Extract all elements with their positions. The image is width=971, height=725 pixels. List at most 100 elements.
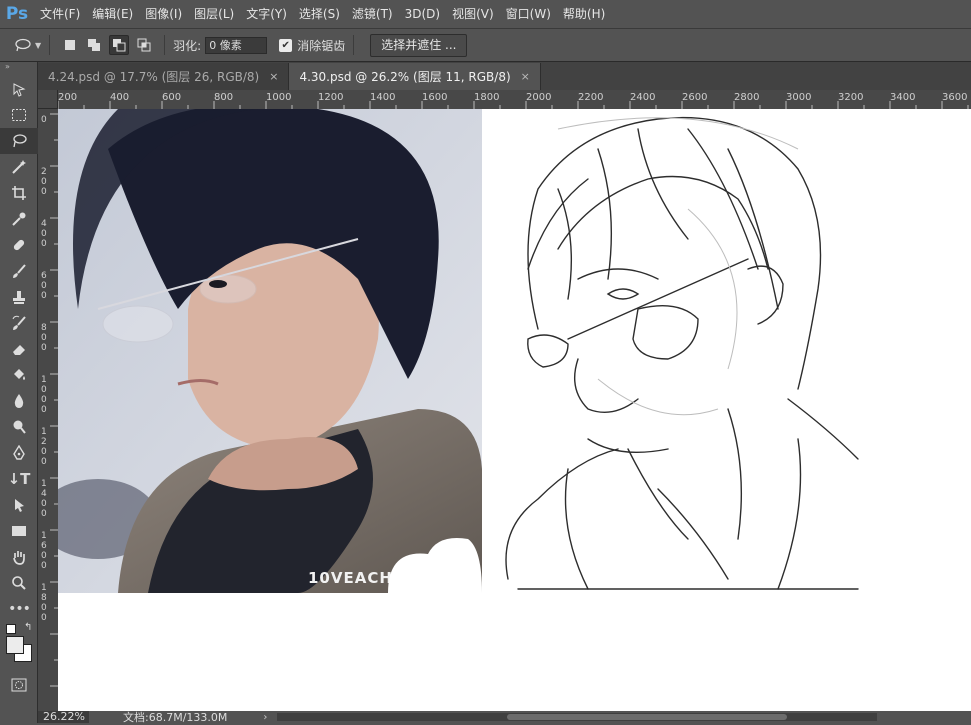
close-icon[interactable]: × — [269, 70, 278, 83]
menu-image[interactable]: 图像(I) — [139, 0, 188, 28]
hand-tool-icon[interactable] — [0, 544, 38, 570]
document-canvas[interactable]: 10VEACHV — [58, 109, 971, 711]
blur-tool-icon[interactable] — [0, 388, 38, 414]
feather-input[interactable]: 0 像素 — [205, 36, 268, 54]
ruler-label: 600 — [162, 92, 182, 103]
photoshop-logo: Ps — [5, 4, 29, 24]
ruler-label: 1 4 0 0 — [41, 479, 47, 519]
ruler-label: 1 6 0 0 — [41, 531, 47, 571]
ruler-label: 2 0 0 — [41, 167, 47, 197]
crop-tool-icon[interactable] — [0, 180, 38, 206]
default-colors-icon[interactable] — [6, 624, 16, 634]
lasso-preset-icon[interactable] — [14, 36, 32, 54]
canvas-edge-shape — [831, 681, 971, 711]
path-selection-icon[interactable] — [0, 492, 38, 518]
menu-view[interactable]: 视图(V) — [446, 0, 500, 28]
history-brush-icon[interactable] — [0, 310, 38, 336]
menu-type[interactable]: 文字(Y) — [240, 0, 293, 28]
separator — [49, 35, 51, 55]
ruler-label: 1 0 0 0 — [41, 375, 47, 415]
menu-filter[interactable]: 滤镜(T) — [346, 0, 399, 28]
clone-stamp-icon[interactable] — [0, 284, 38, 310]
marquee-tool-icon[interactable] — [0, 102, 38, 128]
status-bar: 26.22% 文档:68.7M/133.0M › — [38, 711, 971, 724]
add-selection-icon[interactable] — [85, 36, 103, 54]
magic-wand-icon[interactable] — [0, 154, 38, 180]
eraser-icon[interactable] — [0, 336, 38, 362]
eyedropper-icon[interactable] — [0, 206, 38, 232]
collapse-icon[interactable]: » — [0, 62, 37, 76]
close-icon[interactable]: × — [521, 70, 530, 83]
healing-brush-icon[interactable] — [0, 232, 38, 258]
separator — [164, 35, 166, 55]
feather-label: 羽化: — [173, 38, 202, 53]
ruler-label: 1400 — [370, 92, 396, 103]
horizontal-ruler[interactable]: 200 400 600 800 1000 1200 1400 1600 1800… — [58, 90, 971, 110]
ruler-label: 1 2 0 0 — [41, 427, 47, 467]
brush-tool-icon[interactable] — [0, 258, 38, 284]
menu-edit[interactable]: 编辑(E) — [86, 0, 139, 28]
tab-label: 4.30.psd @ 26.2% (图层 11, RGB/8) — [299, 70, 511, 84]
separator — [353, 35, 355, 55]
swap-colors-icon[interactable]: ↰ — [24, 622, 32, 633]
ruler-label: 200 — [58, 92, 78, 103]
move-tool-icon[interactable] — [0, 76, 38, 102]
pen-tool-icon[interactable] — [0, 440, 38, 466]
dodge-tool-icon[interactable] — [0, 414, 38, 440]
sketch-drawing — [505, 116, 859, 590]
menu-window[interactable]: 窗口(W) — [500, 0, 557, 28]
ruler-label: 8 0 0 — [41, 323, 47, 353]
chevron-right-icon[interactable]: › — [263, 712, 267, 723]
type-tool-icon[interactable]: ↓T — [0, 466, 38, 492]
reference-photo: 10VEACHV — [58, 109, 482, 593]
tab-document-1[interactable]: 4.24.psd @ 17.7% (图层 26, RGB/8) × — [38, 63, 290, 90]
zoom-level[interactable]: 26.22% — [38, 711, 89, 723]
ruler-ticks — [58, 101, 969, 109]
vertical-ruler[interactable]: 0 2 0 0 4 0 0 6 0 0 8 0 0 1 0 0 0 1 2 0 … — [38, 109, 59, 711]
ruler-corner[interactable] — [38, 90, 58, 109]
more-tools-icon[interactable]: ••• — [0, 596, 38, 622]
foreground-color-swatch[interactable] — [6, 636, 24, 654]
ruler-label: 6 0 0 — [41, 271, 47, 301]
ruler-label: 1800 — [474, 92, 500, 103]
paint-bucket-icon[interactable] — [0, 362, 38, 388]
quick-mask-icon[interactable] — [0, 672, 38, 698]
menu-select[interactable]: 选择(S) — [293, 0, 346, 28]
tab-label: 4.24.psd @ 17.7% (图层 26, RGB/8) — [48, 70, 260, 84]
ruler-label: 2000 — [526, 92, 552, 103]
menu-help[interactable]: 帮助(H) — [557, 0, 611, 28]
antialias-label: 消除锯齿 — [297, 38, 346, 53]
chevron-down-icon[interactable]: ▼ — [35, 41, 41, 50]
scrollbar-thumb[interactable] — [507, 714, 788, 720]
tab-document-2[interactable]: 4.30.psd @ 26.2% (图层 11, RGB/8) × — [289, 63, 541, 90]
document-tabs: 4.24.psd @ 17.7% (图层 26, RGB/8) × 4.30.p… — [38, 62, 971, 90]
ruler-label: 1600 — [422, 92, 448, 103]
ruler-label: 3600 — [942, 92, 968, 103]
antialias-checkbox[interactable]: ✔ — [279, 38, 293, 52]
ruler-label: 3200 — [838, 92, 864, 103]
ruler-label: 2400 — [630, 92, 656, 103]
ruler-label: 800 — [214, 92, 234, 103]
menu-3d[interactable]: 3D(D) — [399, 0, 446, 28]
new-selection-icon[interactable] — [61, 36, 79, 54]
lasso-tool-icon[interactable] — [0, 128, 38, 154]
menu-layer[interactable]: 图层(L) — [188, 0, 240, 28]
ruler-label: 2200 — [578, 92, 604, 103]
rectangle-tool-icon[interactable] — [0, 518, 38, 544]
ruler-label: 3000 — [786, 92, 812, 103]
horizontal-scrollbar[interactable] — [277, 713, 878, 721]
ruler-label: 1 8 0 0 — [41, 583, 47, 623]
zoom-tool-icon[interactable] — [0, 570, 38, 596]
ruler-label: 1000 — [266, 92, 292, 103]
intersect-selection-icon[interactable] — [135, 36, 153, 54]
ruler-label: 4 0 0 — [41, 219, 47, 249]
ruler-label: 2800 — [734, 92, 760, 103]
menu-bar: Ps 文件(F) 编辑(E) 图像(I) 图层(L) 文字(Y) 选择(S) 滤… — [0, 0, 971, 28]
ruler-label: 1200 — [318, 92, 344, 103]
menu-file[interactable]: 文件(F) — [34, 0, 86, 28]
subtract-selection-icon[interactable] — [109, 35, 130, 55]
ruler-label: 3400 — [890, 92, 916, 103]
toolbox: » ↓T ••• ↰ — [0, 62, 38, 723]
ruler-label: 2600 — [682, 92, 708, 103]
select-and-mask-button[interactable]: 选择并遮住 ... — [370, 33, 468, 57]
